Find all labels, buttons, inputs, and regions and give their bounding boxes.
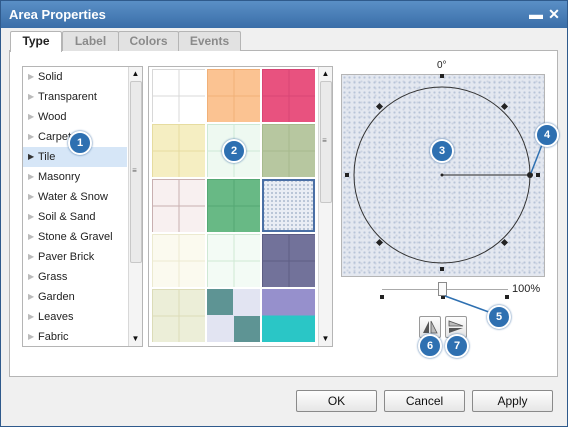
list-item-label: Leaves bbox=[38, 311, 74, 323]
list-item-label: Wood bbox=[38, 111, 67, 123]
pattern-swatch[interactable] bbox=[262, 234, 315, 287]
callout-3: 3 bbox=[430, 139, 454, 163]
expand-arrow-icon: ▶ bbox=[28, 292, 35, 301]
list-item-label: Tile bbox=[38, 151, 56, 163]
pattern-swatch[interactable] bbox=[152, 289, 205, 342]
handle-top-left[interactable] bbox=[375, 102, 384, 111]
close-button[interactable]: ✕ bbox=[546, 6, 562, 22]
grip-icon: ≡ bbox=[132, 166, 137, 175]
expand-arrow-icon: ▶ bbox=[28, 312, 35, 321]
expand-arrow-icon: ▶ bbox=[28, 212, 35, 221]
minimize-button[interactable]: ▬ bbox=[528, 6, 544, 22]
pattern-swatch[interactable] bbox=[207, 69, 260, 122]
tab-colors[interactable]: Colors bbox=[118, 31, 179, 51]
expand-arrow-icon: ▶ bbox=[28, 152, 35, 161]
pattern-swatch[interactable] bbox=[262, 124, 315, 177]
list-item-label: Solid bbox=[38, 71, 63, 83]
list-item[interactable]: ▶ Solid bbox=[23, 67, 127, 87]
callout-6: 6 bbox=[418, 334, 442, 358]
scroll-down-arrow-icon[interactable]: ▼ bbox=[129, 333, 142, 345]
scale-percent-label: 100% bbox=[512, 283, 541, 295]
list-item[interactable]: ▶ Grass bbox=[23, 267, 127, 287]
pattern-swatch[interactable] bbox=[262, 179, 315, 232]
rotation-center bbox=[440, 173, 444, 177]
callout-7: 7 bbox=[445, 334, 469, 358]
scroll-down-arrow-icon[interactable]: ▼ bbox=[319, 333, 332, 345]
grip-icon: ≡ bbox=[322, 136, 327, 145]
title-bar[interactable]: Area Properties ▬ ✕ bbox=[1, 1, 567, 28]
pattern-swatch[interactable] bbox=[152, 179, 205, 232]
rotation-handle[interactable] bbox=[527, 172, 533, 178]
list-item-label: Stone & Gravel bbox=[38, 231, 113, 243]
list-item[interactable]: ▶ Stone & Gravel bbox=[23, 227, 127, 247]
list-item-label: Soil & Sand bbox=[38, 211, 96, 223]
scroll-up-arrow-icon[interactable]: ▲ bbox=[129, 68, 142, 80]
tab-events[interactable]: Events bbox=[178, 31, 241, 51]
pattern-swatch[interactable] bbox=[207, 289, 260, 342]
expand-arrow-icon: ▶ bbox=[28, 192, 35, 201]
list-item-label: Water & Snow bbox=[38, 191, 108, 203]
expand-arrow-icon: ▶ bbox=[28, 112, 35, 121]
list-item[interactable]: ▶ Masonry bbox=[23, 167, 127, 187]
rotation-angle-label: 0° bbox=[437, 60, 447, 71]
list-item[interactable]: ▶ Transparent bbox=[23, 87, 127, 107]
cancel-button[interactable]: Cancel bbox=[384, 390, 465, 412]
callout-5: 5 bbox=[487, 305, 511, 329]
pattern-swatch[interactable] bbox=[152, 69, 205, 122]
expand-arrow-icon: ▶ bbox=[28, 72, 35, 81]
expand-arrow-icon: ▶ bbox=[28, 172, 35, 181]
expand-arrow-icon: ▶ bbox=[28, 332, 35, 341]
expand-arrow-icon: ▶ bbox=[28, 252, 35, 261]
handle-right[interactable] bbox=[536, 173, 540, 177]
list-item-label: Fabric bbox=[38, 331, 69, 343]
list-item-label: Transparent bbox=[38, 91, 97, 103]
callout-2: 2 bbox=[222, 139, 246, 163]
tab-type[interactable]: Type bbox=[10, 31, 62, 52]
apply-button[interactable]: Apply bbox=[472, 390, 553, 412]
list-item-label: Paver Brick bbox=[38, 251, 95, 263]
pattern-swatches[interactable]: ▲ ≡ ▼ bbox=[148, 66, 333, 347]
list-item-label: Garden bbox=[38, 291, 75, 303]
list-item[interactable]: ▶ Wood bbox=[23, 107, 127, 127]
list-item-label: Masonry bbox=[38, 171, 81, 183]
type-list-scrollbar[interactable]: ▲ ≡ ▼ bbox=[128, 67, 142, 346]
handle-top-right[interactable] bbox=[500, 102, 509, 111]
pattern-swatch[interactable] bbox=[207, 234, 260, 287]
pattern-swatch[interactable] bbox=[262, 289, 315, 342]
list-item-label: Grass bbox=[38, 271, 68, 283]
expand-arrow-icon: ▶ bbox=[28, 92, 35, 101]
pattern-swatch[interactable] bbox=[152, 234, 205, 287]
pattern-swatch[interactable] bbox=[207, 179, 260, 232]
list-item[interactable]: ▶ Leaves bbox=[23, 307, 127, 327]
callout-4: 4 bbox=[535, 123, 559, 147]
handle-left[interactable] bbox=[345, 173, 349, 177]
ok-button[interactable]: OK bbox=[296, 390, 377, 412]
window-title: Area Properties bbox=[9, 7, 106, 22]
handle-bottom[interactable] bbox=[440, 267, 444, 271]
list-item-label: Carpet bbox=[38, 131, 72, 143]
list-item[interactable]: ▶ Garden bbox=[23, 287, 127, 307]
expand-arrow-icon: ▶ bbox=[28, 232, 35, 241]
scale-min-marker bbox=[380, 295, 384, 299]
type-list[interactable]: ▶ Solid ▶ Transparent ▶ Wood ▶ Carpet ▶ Tile ▶ Maso… bbox=[22, 66, 143, 347]
pattern-swatch[interactable] bbox=[152, 124, 205, 177]
expand-arrow-icon: ▶ bbox=[28, 272, 35, 281]
list-item[interactable]: ▶ Fabric bbox=[23, 327, 127, 346]
scroll-up-arrow-icon[interactable]: ▲ bbox=[319, 68, 332, 80]
list-item[interactable]: ▶ Water & Snow bbox=[23, 187, 127, 207]
callout-1: 1 bbox=[68, 131, 92, 155]
list-item[interactable]: ▶ Soil & Sand bbox=[23, 207, 127, 227]
pattern-swatch[interactable] bbox=[262, 69, 315, 122]
expand-arrow-icon: ▶ bbox=[28, 132, 35, 141]
scale-max-marker bbox=[505, 295, 509, 299]
rotation-dial[interactable] bbox=[341, 74, 545, 277]
handle-top[interactable] bbox=[440, 74, 444, 78]
swatch-scrollbar[interactable]: ▲ ≡ ▼ bbox=[318, 67, 332, 346]
tab-label[interactable]: Label bbox=[62, 31, 119, 51]
list-item[interactable]: ▶ Paver Brick bbox=[23, 247, 127, 267]
scale-slider-thumb[interactable] bbox=[438, 282, 447, 296]
